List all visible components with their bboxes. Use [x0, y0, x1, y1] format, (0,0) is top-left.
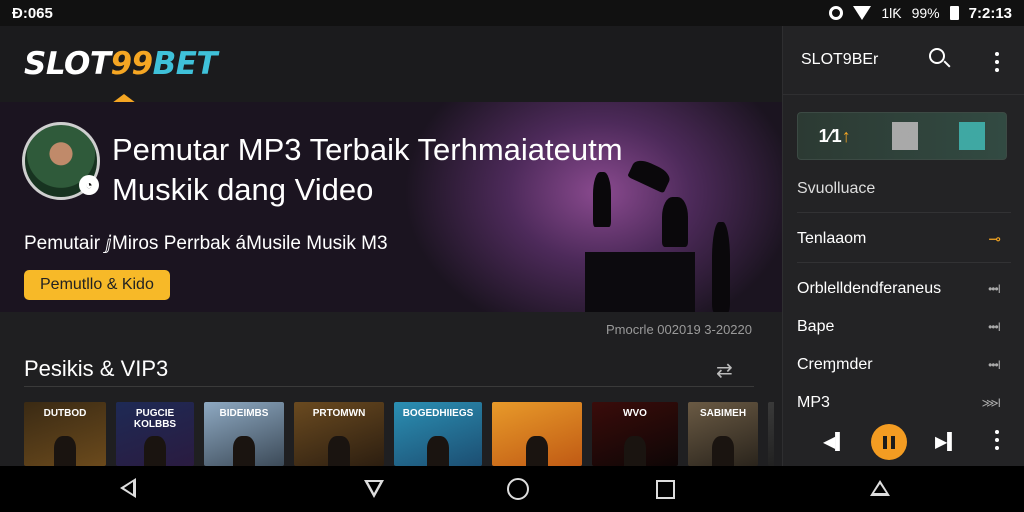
next-track-icon[interactable]: ▶▍ [935, 432, 960, 452]
previous-track-icon[interactable]: ◀▍ [823, 432, 848, 452]
drag-handle-icon: ⋙I [981, 396, 1001, 410]
album-thumbnail[interactable]: DUTBOD [24, 402, 106, 466]
key-icon: ⊸ [988, 231, 1001, 248]
menu-item-label: Orblelldendferaneus [797, 280, 942, 297]
drag-handle-icon: •••I [988, 320, 1001, 334]
main-app: SLOT99BET ◔ Pemutar MP3 Terbaik Terhmaia… [0, 26, 782, 466]
wifi-icon [853, 6, 872, 20]
rank-indicator: 1⁄1↑ [819, 126, 851, 147]
album-thumbnail[interactable]: PRTOMWN [294, 402, 384, 466]
stage-shape [585, 252, 695, 312]
row-divider [797, 262, 1011, 263]
share-icon[interactable]: ⇄ [716, 358, 733, 383]
more-options-icon[interactable] [995, 52, 999, 72]
artist-silhouette [624, 436, 646, 466]
album-title: PRTOMWN [312, 408, 366, 419]
date-caption: Pmocrle 002019 3-20220 [606, 322, 752, 337]
drag-handle-icon: •••I [988, 358, 1001, 372]
keyboard-hide-button[interactable] [870, 478, 894, 500]
artist-silhouette [233, 436, 255, 466]
search-icon[interactable] [929, 48, 945, 64]
home-icon [507, 478, 529, 500]
panel-title: SLOT9BEr [801, 51, 879, 68]
hero-subtitle: Pemutair ⅉMiros Perrbak áMusile Musik M3 [24, 233, 388, 254]
logo-part-slot: SLOT [24, 46, 111, 82]
artist-silhouette [54, 436, 76, 466]
app-logo[interactable]: SLOT99BET [24, 46, 218, 82]
album-thumbnail[interactable]: BIDEIMBS [204, 402, 284, 466]
menu-item-label: Bape [797, 318, 835, 335]
section-divider [24, 386, 754, 387]
album-thumbnail[interactable] [768, 402, 774, 466]
app-header: SLOT99BET [0, 26, 782, 102]
artist-silhouette [328, 436, 350, 466]
album-thumbnail[interactable]: SABIMEH [688, 402, 758, 466]
artist-silhouette [427, 436, 449, 466]
album-title: DUTBOD [43, 408, 87, 419]
album-title: BIDEIMBS [219, 408, 269, 419]
player-more-icon[interactable] [995, 430, 999, 450]
rank-text: 1⁄1 [818, 125, 842, 146]
side-panel: SLOT9BEr 1⁄1↑ Svuolluace Tenlaaom ⊸ Orbl… [782, 26, 1024, 466]
menu-item-label: Tenlaaom [797, 230, 867, 247]
play-badge-icon: ◔ [79, 175, 99, 195]
menu-item-label: MP3 [797, 394, 830, 411]
album-thumbnail[interactable]: WVO [592, 402, 678, 466]
status-icons: 1lƘ 99% 7:2:13 [829, 5, 1012, 22]
recents-button[interactable] [656, 478, 678, 500]
rank-up-arrow-icon: ↑ [841, 125, 851, 146]
artist-silhouette [144, 436, 166, 466]
collapse-icon [870, 480, 890, 496]
logo-part-bet: BET [152, 46, 218, 82]
section-title: Pesikis & VIP3 [24, 356, 169, 381]
notifications-down-button[interactable] [364, 480, 386, 502]
row-divider [797, 212, 1011, 213]
chevron-down-icon [364, 480, 384, 498]
user-avatar-icon[interactable] [959, 122, 986, 150]
alarm-icon [829, 6, 844, 20]
user-avatar-icon[interactable] [892, 122, 918, 150]
album-title: SABIMEH [699, 408, 747, 419]
album-title: BOGEDHIIEGS [402, 408, 474, 419]
status-bar: Ɖ:065 1lƘ 99% 7:2:13 [0, 0, 1024, 26]
panel-divider [783, 94, 1024, 95]
back-button[interactable] [120, 478, 142, 500]
hero-artist-avatar[interactable]: ◔ [22, 122, 100, 200]
battery-icon [949, 6, 959, 20]
hero-cta-button[interactable]: Pemutllo & Kido [24, 270, 170, 300]
network-indicator: 1lƘ [881, 5, 902, 21]
performer-silhouette [712, 222, 730, 312]
album-thumbnail[interactable]: PUGCIE KOLBBS [116, 402, 194, 466]
artist-silhouette [712, 436, 734, 466]
status-time-left: Ɖ:065 [12, 4, 53, 22]
recents-icon [656, 480, 675, 499]
album-thumbnail[interactable]: BOGEDHIIEGS [394, 402, 482, 466]
home-button[interactable] [507, 478, 529, 500]
panel-header: SLOT9BEr [783, 26, 1024, 94]
logo-part-99: 99 [110, 46, 153, 82]
album-thumbnail-row: DUTBOD PUGCIE KOLBBS BIDEIMBS PRTOMWN BOGEDH… [24, 402, 774, 466]
menu-item-label: Creɱmder [797, 356, 873, 373]
drag-handle-icon: •••I [988, 282, 1001, 296]
pause-button[interactable] [871, 424, 907, 460]
system-nav-bar [0, 466, 1024, 512]
status-clock: 7:2:13 [968, 4, 1012, 22]
back-icon [120, 478, 136, 498]
mini-player: ◀▍ ▶▍ [783, 418, 1024, 466]
battery-percent: 99% [911, 5, 940, 21]
album-title: PUGCIE KOLBBS [133, 408, 177, 430]
hero-title: Pemutar MP3 Terbaik Terhmaiateutm Muskik… [112, 132, 623, 207]
artist-silhouette [526, 436, 548, 466]
hero-banner[interactable]: ◔ Pemutar MP3 Terbaik Terhmaiateutm Musk… [0, 102, 782, 312]
album-title: WVO [623, 408, 647, 419]
ranking-card[interactable]: 1⁄1↑ [797, 112, 1007, 160]
album-thumbnail[interactable] [492, 402, 582, 466]
panel-category-label: Svuolluace [797, 180, 876, 197]
